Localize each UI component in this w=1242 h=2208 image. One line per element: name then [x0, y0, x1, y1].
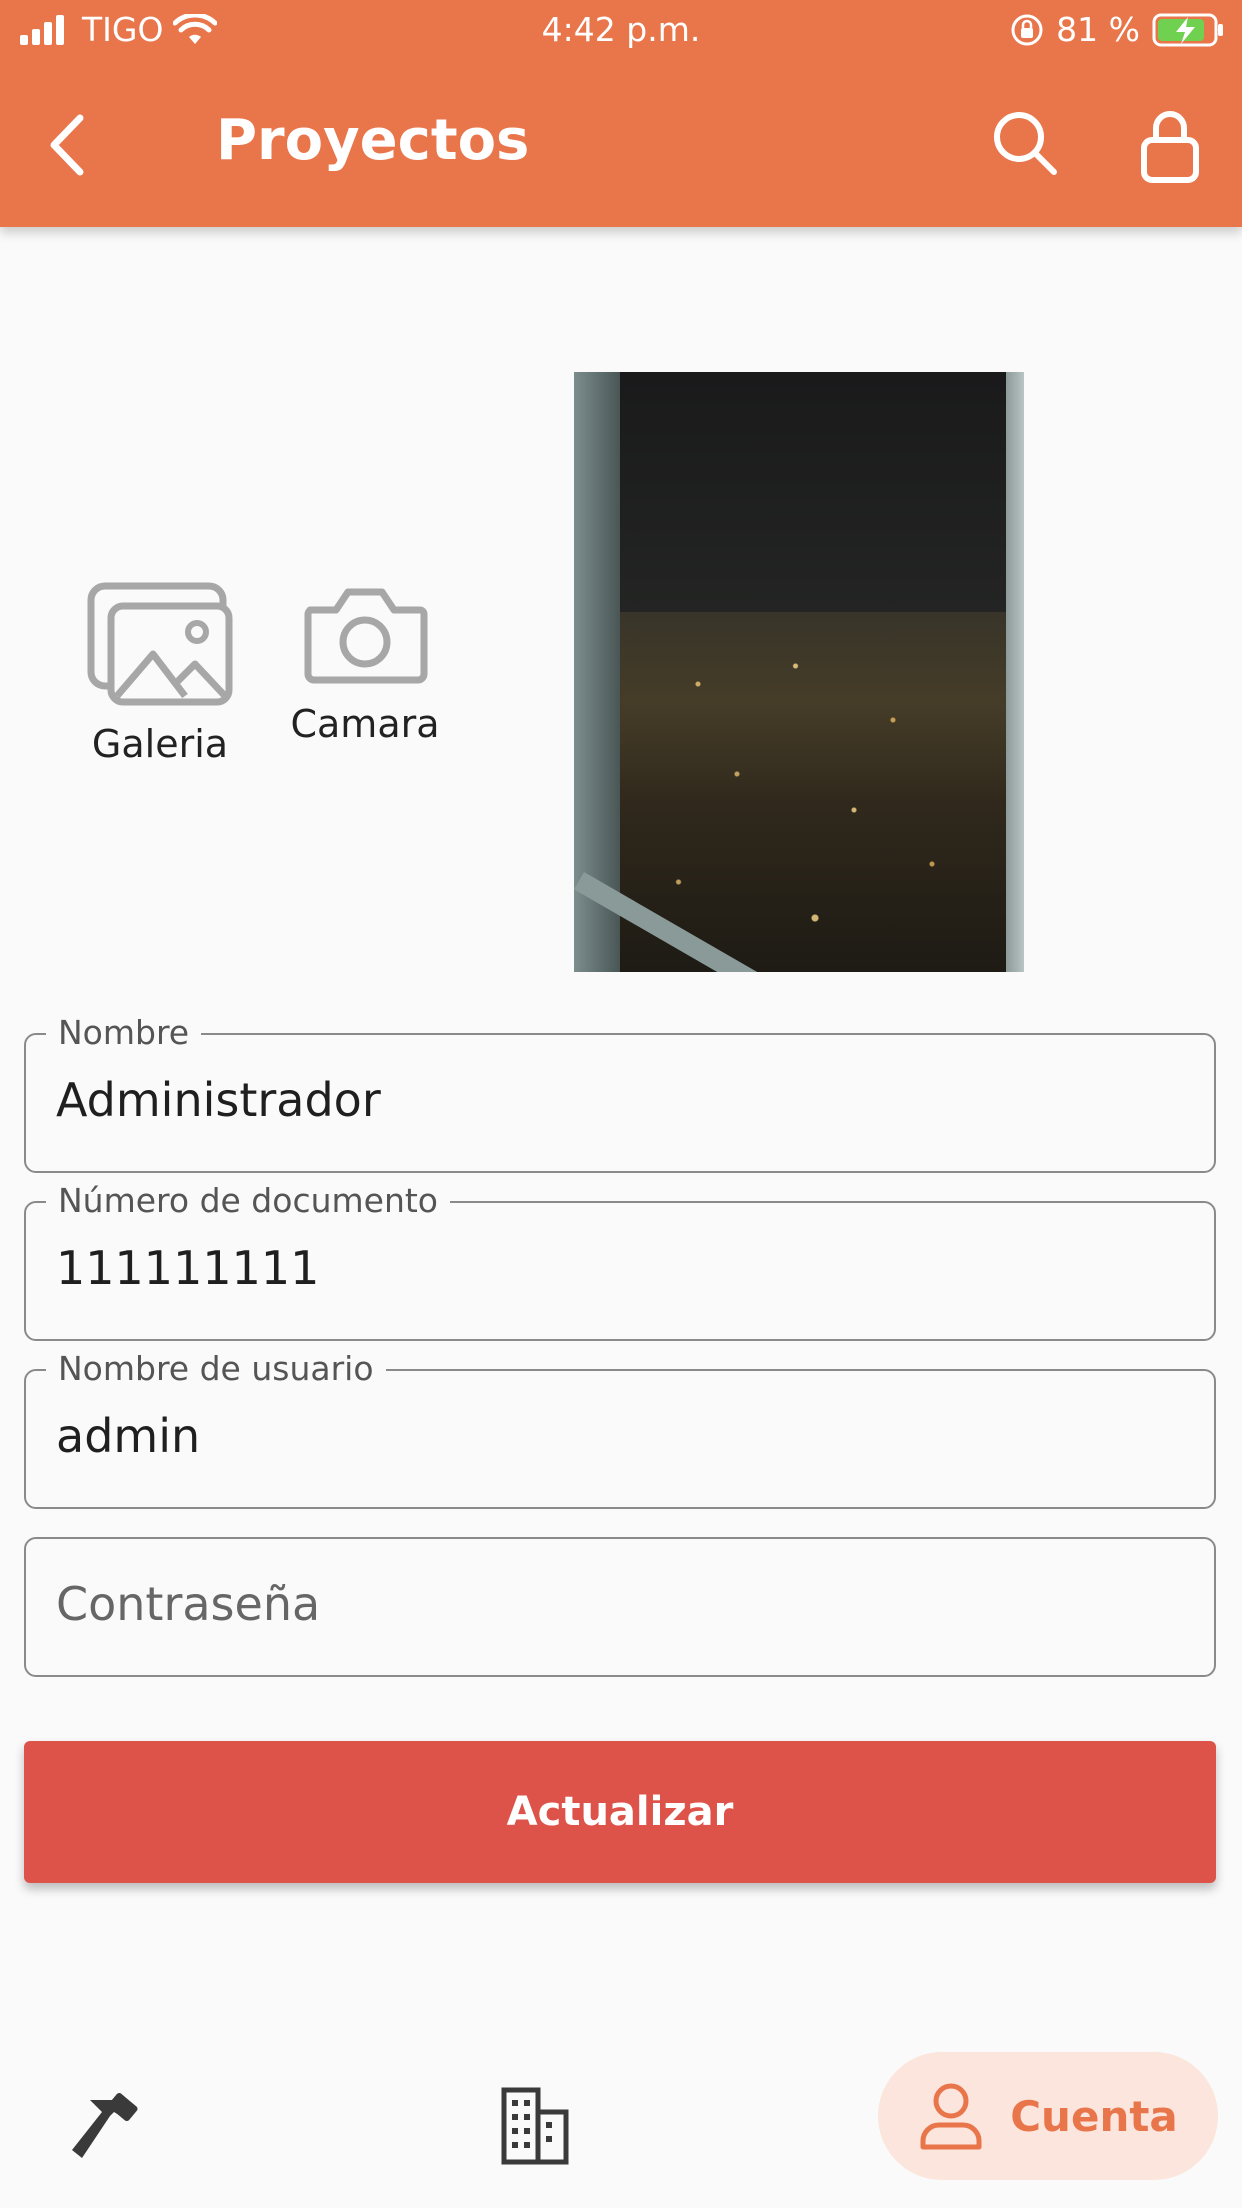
name-field-label: Nombre — [46, 1013, 202, 1052]
profile-photo — [574, 372, 1024, 972]
camera-button[interactable]: Camara — [285, 580, 445, 746]
photo-city-lights — [620, 612, 1010, 972]
page-title: Proyectos — [216, 108, 530, 173]
gallery-icon — [87, 582, 233, 706]
username-field-label: Nombre de usuario — [46, 1349, 386, 1388]
camera-icon — [304, 588, 428, 684]
name-input[interactable] — [56, 1073, 1176, 1127]
status-bar: TIGO 4:42 p.m. 81 % — [0, 0, 1242, 62]
name-field[interactable]: Nombre — [24, 1013, 1216, 1173]
building-icon[interactable] — [500, 2086, 570, 2166]
hammer-icon[interactable] — [70, 2090, 146, 2166]
password-field[interactable] — [24, 1537, 1216, 1677]
document-field-label: Número de documento — [46, 1181, 450, 1220]
password-input[interactable] — [56, 1577, 1176, 1631]
back-arrow-icon[interactable] — [40, 110, 96, 180]
battery-icon — [1152, 13, 1223, 46]
gallery-label: Galeria — [91, 722, 229, 766]
battery-percent: 81 % — [1056, 10, 1140, 49]
app-header: TIGO 4:42 p.m. 81 % Proyectos — [0, 0, 1242, 227]
orientation-lock-icon — [1011, 14, 1043, 45]
username-input[interactable] — [56, 1409, 1176, 1463]
gallery-button[interactable]: Galeria — [80, 580, 240, 766]
bottom-navigation: Cuenta — [0, 2030, 1242, 2208]
document-input[interactable] — [56, 1241, 1176, 1295]
photo-window-frame-right — [1006, 372, 1024, 972]
nav-item-account-label: Cuenta — [1010, 2091, 1178, 2141]
person-icon — [920, 2083, 982, 2150]
camera-label: Camara — [290, 702, 440, 746]
nav-item-account[interactable]: Cuenta — [878, 2052, 1218, 2180]
status-right: 81 % — [1010, 10, 1226, 49]
update-button[interactable]: Actualizar — [24, 1741, 1216, 1883]
search-icon[interactable] — [990, 108, 1060, 178]
username-field[interactable]: Nombre de usuario — [24, 1349, 1216, 1509]
document-field[interactable]: Número de documento — [24, 1181, 1216, 1341]
lock-icon[interactable] — [1138, 108, 1202, 184]
